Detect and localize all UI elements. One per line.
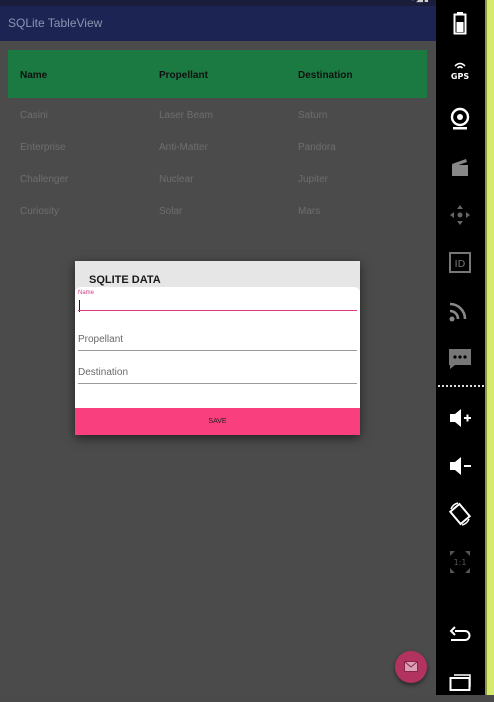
save-button[interactable]: SAVE <box>75 408 360 435</box>
column-header-name: Name <box>20 70 48 81</box>
table-cell[interactable]: Solar <box>159 206 182 217</box>
table-cell[interactable]: Saturn <box>298 110 327 121</box>
id-label: ID <box>455 259 466 270</box>
id-button[interactable]: ID <box>436 242 485 282</box>
volume-up-button[interactable] <box>436 397 485 437</box>
table-cell[interactable]: Nuclear <box>159 174 193 185</box>
column-header-propellant: Propellant <box>159 70 208 81</box>
device-screen: ▾◢▮ SQLite TableView Name Propellant Des… <box>0 0 436 695</box>
column-header-destination: Destination <box>298 70 353 81</box>
scale-button[interactable]: 1:1 <box>436 541 485 581</box>
gps-button[interactable]: GPS <box>436 50 485 90</box>
camera-button[interactable] <box>436 98 485 138</box>
sms-button[interactable] <box>436 338 485 378</box>
gps-label: GPS <box>451 72 469 81</box>
propellant-input[interactable] <box>78 331 357 347</box>
rotate-button[interactable] <box>436 493 485 533</box>
app-bar: SQLite TableView <box>0 6 436 41</box>
table-cell[interactable]: Laser Beam <box>159 110 213 121</box>
id-icon: ID <box>449 252 471 273</box>
status-icons: ▾◢▮ <box>411 0 430 4</box>
mail-icon <box>404 661 418 672</box>
name-field-underline <box>78 310 357 311</box>
sms-icon <box>449 349 471 369</box>
scale-icon: 1:1 <box>450 551 470 573</box>
fab-mail-button[interactable] <box>395 651 427 683</box>
sidebar-divider <box>438 385 484 387</box>
destination-field[interactable] <box>78 362 357 384</box>
sqlite-data-dialog: SQLITE DATA Name SAVE <box>75 261 360 435</box>
gps-icon: GPS <box>451 62 469 81</box>
table-cell[interactable]: Enterprise <box>20 142 66 153</box>
battery-icon <box>453 12 467 35</box>
table-cell[interactable]: Pandora <box>298 142 336 153</box>
table-header-row <box>8 50 427 98</box>
dpad-button[interactable] <box>436 194 485 234</box>
rss-icon <box>449 302 467 322</box>
table-cell[interactable]: Challenger <box>20 174 68 185</box>
app-title: SQLite TableView <box>8 16 103 30</box>
propellant-field[interactable] <box>78 329 357 351</box>
volume-down-icon <box>450 457 471 475</box>
propellant-field-underline <box>78 350 357 351</box>
destination-input[interactable] <box>78 364 357 380</box>
video-button[interactable] <box>436 146 485 186</box>
table-cell[interactable]: Mars <box>298 206 320 217</box>
video-icon <box>452 159 468 176</box>
scale-label: 1:1 <box>454 558 467 567</box>
back-button[interactable] <box>436 614 485 654</box>
table-cell[interactable]: Jupiter <box>298 174 328 185</box>
table-cell[interactable]: Anti-Matter <box>159 142 208 153</box>
rotate-icon <box>448 502 472 526</box>
dialog-title: SQLITE DATA <box>89 274 161 286</box>
name-field[interactable]: Name <box>78 289 357 312</box>
recents-icon <box>449 674 471 691</box>
table-cell[interactable]: Casini <box>20 110 48 121</box>
emulator-frame-border <box>485 0 487 695</box>
destination-field-underline <box>78 383 357 384</box>
rss-button[interactable] <box>436 290 485 330</box>
battery-button[interactable] <box>436 2 485 42</box>
dpad-icon <box>450 205 470 225</box>
volume-down-button[interactable] <box>436 445 485 485</box>
recents-button[interactable] <box>436 662 485 702</box>
volume-up-icon <box>450 409 471 427</box>
name-field-label: Name <box>78 290 95 296</box>
table-cell[interactable]: Curiosity <box>20 206 59 217</box>
emulator-sidebar: GPS ID 1:1 <box>436 0 485 695</box>
back-icon <box>449 626 471 641</box>
camera-icon <box>450 107 470 130</box>
